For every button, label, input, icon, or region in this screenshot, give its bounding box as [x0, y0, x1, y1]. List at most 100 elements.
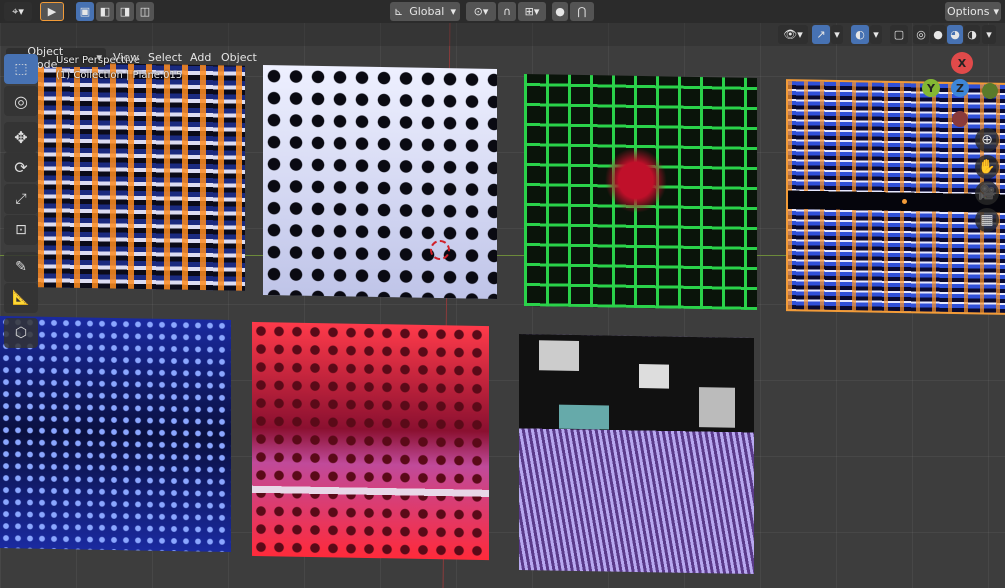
chevron-down-icon: ▾ [834, 28, 840, 41]
menu-object[interactable]: Object [221, 49, 257, 66]
select-new-mode[interactable]: ▣ [76, 2, 94, 21]
snap-increment-icon: ⊞▾ [524, 5, 540, 18]
add-cube-icon: ⬡ [14, 325, 28, 341]
image-plane-1[interactable] [38, 62, 245, 291]
options-dropdown[interactable]: Options ▾ [945, 2, 1001, 21]
zoom-control[interactable]: ⊕ [975, 128, 999, 152]
tool-measure[interactable]: 📐 [4, 283, 38, 313]
pivot-icon: ⊙▾ [473, 5, 489, 18]
tool-cursor[interactable]: ◎ [4, 86, 38, 116]
perspective-toggle[interactable]: ▦ [975, 208, 999, 232]
collection-info: (1) Collection | Plane.015 [56, 70, 183, 81]
proportional-edit-toggle[interactable]: ● [552, 2, 568, 21]
cursor-icon: ◎ [14, 91, 28, 111]
overlays-dropdown[interactable]: ▾ [870, 25, 882, 44]
snap-target-dropdown[interactable]: ⊞▾ [518, 2, 546, 21]
tile-block [699, 387, 735, 428]
move-icon: ✥ [14, 127, 28, 147]
rendered-sphere-icon: ◑ [967, 28, 977, 41]
gizmo-x-axis[interactable]: X [951, 52, 973, 74]
select-invert-mode[interactable]: ◫ [136, 2, 154, 21]
snap-toggle[interactable]: ∩ [498, 2, 516, 21]
3d-viewport[interactable] [0, 0, 1005, 588]
shading-material[interactable]: ◕ [947, 25, 963, 44]
gizmo-y-axis[interactable]: Y [922, 79, 940, 97]
image-plane-6[interactable] [252, 321, 489, 561]
viewport-menubar: ▭ Object Mode ▾ View Select Add Object 👁… [0, 23, 1005, 71]
pivot-point-dropdown[interactable]: ⊙▾ [466, 2, 496, 21]
grid-icon: ▦ [980, 212, 994, 228]
mode-invert-icon: ◫ [139, 5, 151, 18]
tool-annotate[interactable]: ✎ [4, 252, 38, 282]
xray-toggle[interactable]: ▢ [890, 25, 908, 44]
view-name: User Perspective [56, 55, 140, 66]
orientation-axes-icon: ⊾ [394, 5, 404, 18]
image-plane-2[interactable] [263, 64, 497, 300]
mode-subtract-icon: ◨ [119, 5, 131, 18]
chevron-down-icon: ▾ [450, 5, 456, 18]
tool-add-cube[interactable]: ⬡ [4, 318, 38, 348]
chevron-down-icon: ▾ [993, 5, 999, 18]
tool-rotate[interactable]: ⟳ [4, 152, 38, 182]
mode-new-icon: ▣ [79, 5, 91, 18]
scale-icon: ⤢ [15, 191, 27, 207]
overlays-toggle[interactable]: ◐ [851, 25, 869, 44]
image-plane-7[interactable] [519, 333, 754, 575]
eye-icon: 👁▾ [783, 28, 803, 41]
gizmo-z-axis[interactable]: Z [951, 79, 969, 97]
gizmo-neg-y-axis[interactable] [982, 83, 998, 99]
mode-extend-icon: ◧ [99, 5, 111, 18]
gizmo-toggle[interactable]: ↗ [812, 25, 830, 44]
falloff-curve-icon: ⋂ [577, 5, 587, 18]
image-plane-4-selected[interactable] [786, 79, 1005, 315]
pan-control[interactable]: ✋ [975, 155, 999, 179]
shading-solid[interactable]: ● [930, 25, 946, 44]
proportional-edit-icon: ● [555, 5, 565, 18]
tool-scale[interactable]: ⤢ [4, 184, 38, 214]
select-extend-mode[interactable]: ◧ [96, 2, 114, 21]
tool-select-box[interactable]: ⬚ [4, 54, 38, 84]
3d-cursor[interactable] [430, 240, 450, 260]
chevron-down-icon: ▾ [873, 28, 879, 41]
transform-icon: ⊡ [15, 222, 27, 238]
select-box-icon: ⬚ [14, 61, 28, 77]
image-plane-3[interactable] [524, 73, 757, 311]
menu-select[interactable]: Select [148, 49, 182, 66]
zoom-icon: ⊕ [981, 132, 993, 148]
wireframe-sphere-icon: ◎ [916, 28, 926, 41]
transform-orientation-label: Global [409, 5, 445, 18]
solid-sphere-icon: ● [933, 28, 943, 41]
editor-type-button[interactable]: ⌖▾ [4, 2, 32, 21]
camera-view-toggle[interactable]: 🎥 [975, 181, 999, 205]
measure-icon: 📐 [12, 290, 30, 306]
select-subtract-mode[interactable]: ◨ [116, 2, 134, 21]
tool-move[interactable]: ✥ [4, 122, 38, 152]
viewport-header: ⌖▾ ▶ ▣ ◧ ◨ ◫ ⊾ Global ▾ ⊙▾ ∩ ⊞▾ ● ⋂ Opti… [0, 0, 1005, 23]
xray-icon: ▢ [893, 28, 905, 41]
tool-transform[interactable]: ⊡ [4, 215, 38, 245]
cursor-arrow-icon: ▶ [47, 5, 57, 18]
gizmo-icon: ↗ [816, 28, 826, 41]
gizmo-dropdown[interactable]: ▾ [831, 25, 843, 44]
annotate-icon: ✎ [15, 259, 27, 275]
tile-block [539, 340, 579, 371]
hand-icon: ✋ [978, 159, 996, 175]
overlays-icon: ◐ [855, 28, 865, 41]
chevron-down-icon: ▾ [986, 28, 992, 41]
menu-add[interactable]: Add [190, 49, 211, 66]
options-label: Options [947, 5, 990, 18]
image-plane-5[interactable] [0, 315, 231, 553]
gizmo-neg-x-axis[interactable] [952, 111, 968, 127]
select-tweak-button[interactable]: ▶ [40, 2, 64, 21]
object-origin [902, 199, 907, 204]
transform-orientation-dropdown[interactable]: ⊾ Global ▾ [390, 2, 460, 21]
shading-wireframe[interactable]: ◎ [913, 25, 929, 44]
shading-rendered[interactable]: ◑ [964, 25, 980, 44]
material-sphere-icon: ◕ [950, 28, 960, 41]
tile-block [639, 364, 669, 389]
visibility-dropdown[interactable]: 👁▾ [778, 25, 808, 44]
falloff-dropdown[interactable]: ⋂ [570, 2, 594, 21]
tile-block [559, 404, 609, 430]
shading-dropdown[interactable]: ▾ [982, 25, 996, 44]
magnet-icon: ∩ [502, 5, 512, 18]
